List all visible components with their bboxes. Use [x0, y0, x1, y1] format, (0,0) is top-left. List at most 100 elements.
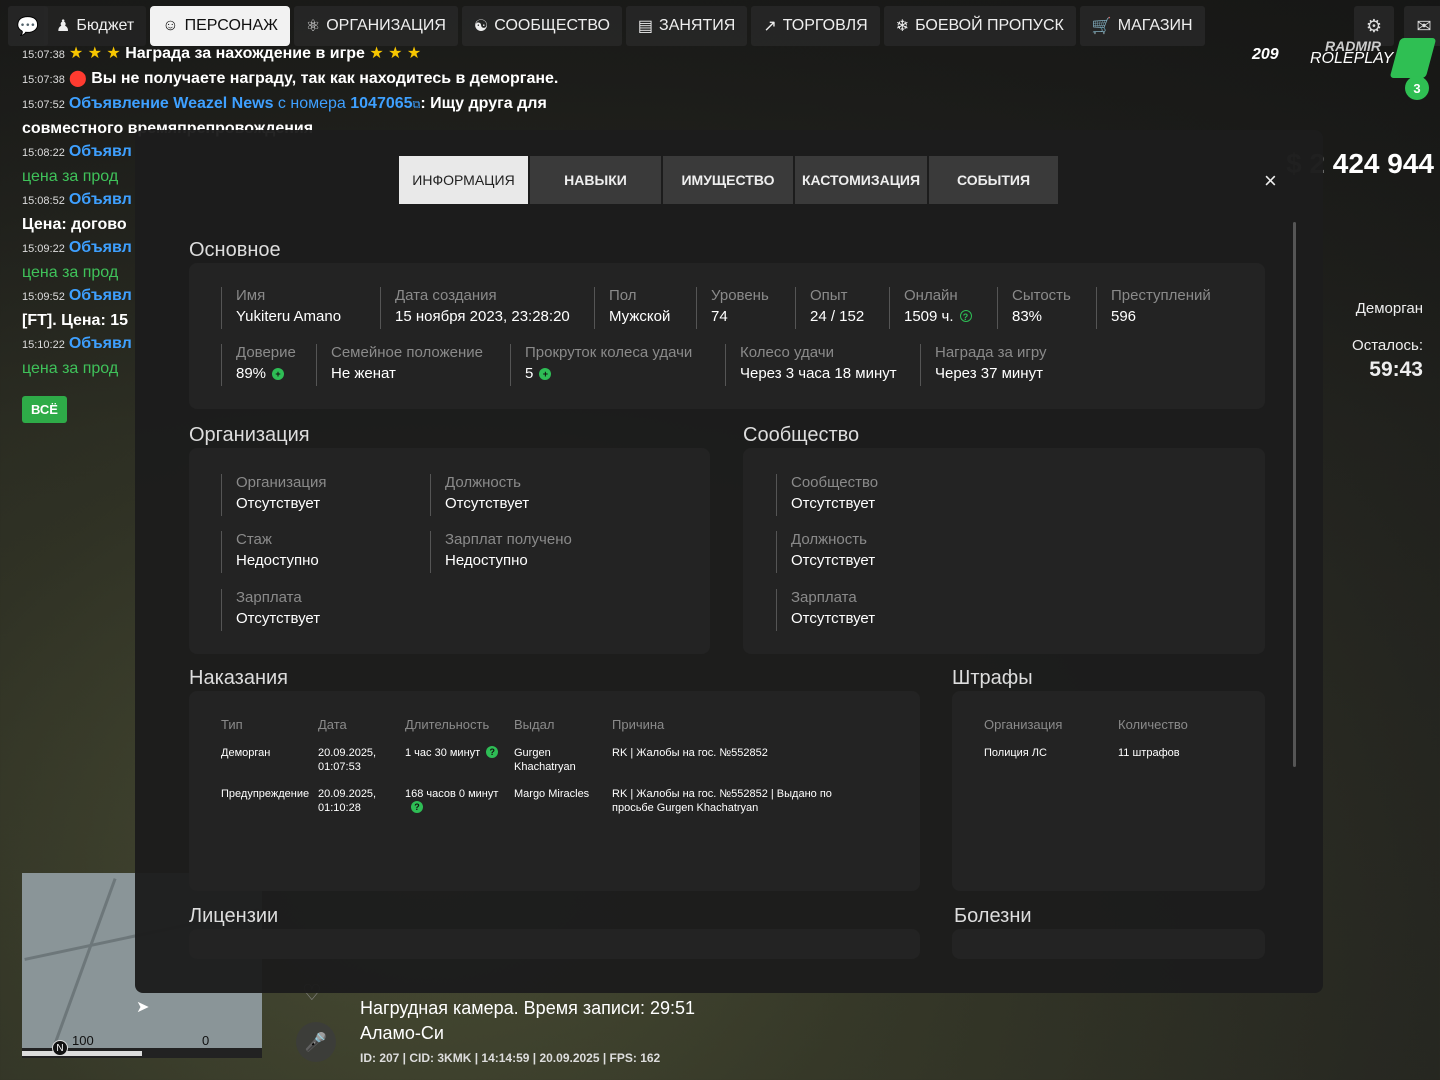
chat-icon[interactable]: 💬 [8, 6, 48, 46]
ad-label: Объявл [68, 287, 132, 304]
tab-property[interactable]: ИМУЩЕСТВО [663, 156, 793, 204]
field-created: Дата создания 15 ноября 2023, 23:28:20 [380, 287, 570, 329]
field-value: 15 ноября 2023, 23:28:20 [395, 308, 570, 325]
punishments-panel: Тип Дата Длительность Выдал Причина Демо… [189, 691, 920, 891]
user-icon: ☺ [162, 17, 179, 34]
field-label: Награда за игру [935, 344, 1047, 361]
tab-label: НАВЫКИ [564, 172, 627, 188]
field-value: Отсутствует [791, 610, 876, 627]
nav-community-label: СООБЩЕСТВО [494, 17, 610, 34]
table-cell: RK | Жалобы на гос. №552852 | Выдано по [612, 788, 832, 800]
ad-label: Объявл [68, 191, 132, 208]
field-label: Дата создания [395, 287, 497, 304]
help-icon[interactable]: ? [486, 746, 499, 758]
minimap-scale: 100 [72, 1033, 94, 1048]
minimap-scale: 0 [202, 1033, 210, 1048]
star-icon: ★ ★ ★ [68, 45, 126, 62]
field-family: Семейное положение Не женат [316, 344, 483, 386]
logo-brand: ROLEPLAY [1310, 50, 1394, 67]
nav-trade[interactable]: ↗ ТОРГОВЛЯ [751, 6, 880, 46]
scrollbar[interactable] [1293, 222, 1296, 767]
field-label: Сообщество [791, 474, 879, 491]
field-value: 74 [711, 308, 728, 325]
field-label: Зарплата [791, 589, 857, 606]
server-logo: 209 RADMIR ROLEPLAY 3 [1250, 38, 1437, 100]
nav-organization[interactable]: ⚛ ОРГАНИЗАЦИЯ [293, 6, 458, 46]
help-icon[interactable]: ? [411, 801, 423, 813]
table-cell: 168 часов 0 минут [405, 788, 499, 800]
nav-activities-label: ЗАНЯТИЯ [659, 17, 736, 34]
section-title-basic: Основное [189, 239, 281, 261]
field-label: Сытость [1012, 287, 1071, 304]
snowflake-icon: ❄ [895, 18, 910, 35]
field-org-paid: Зарплат получено Недоступно [430, 531, 572, 573]
close-button[interactable]: × [1264, 168, 1277, 194]
tab-label: СОБЫТИЯ [956, 172, 1031, 188]
field-wheel: Колесо удачи Через 3 часа 18 минут [725, 344, 897, 386]
section-title-licenses: Лицензии [189, 905, 279, 927]
chart-icon: ↗ [763, 18, 777, 35]
player-arrow-icon: ➤ [136, 999, 150, 1016]
field-org-tenure: Стаж Недоступно [221, 531, 319, 573]
table-cell: 20.09.2025, [318, 788, 377, 800]
field-online: Онлайн 1509 ч.? [889, 287, 972, 329]
timestamp: 15:08:52 [22, 195, 65, 207]
nav-shop-label: МАГАЗИН [1117, 17, 1193, 34]
field-community-position: Должность Отсутствует [776, 531, 875, 573]
section-title-org: Организация [189, 424, 310, 446]
help-icon[interactable]: ? [959, 310, 972, 322]
bottom-hud: Нагрудная камера. Время записи: 29:51 Ал… [360, 996, 695, 1071]
microphone-icon[interactable]: 🎤 [296, 1022, 336, 1062]
field-label: Должность [791, 531, 867, 548]
timestamp: 15:07:38 [22, 74, 65, 86]
north-icon: N [52, 1040, 68, 1056]
notebook-icon: ▤ [637, 18, 654, 35]
column-header: Длительность [405, 717, 490, 732]
tab-label: ИНФОРМАЦИЯ [412, 172, 515, 188]
nav-activities[interactable]: ▤ ЗАНЯТИЯ [625, 6, 748, 46]
timestamp: 15:10:22 [22, 339, 65, 351]
field-exp: Опыт 24 / 152 [795, 287, 864, 329]
field-label: Стаж [236, 531, 272, 548]
field-trust: Доверие 89% + [221, 344, 296, 386]
column-header: Дата [318, 717, 347, 732]
time-left-label: Осталось: [1352, 337, 1423, 354]
tab-customization[interactable]: КАСТОМИЗАЦИЯ [795, 156, 927, 204]
chat-line: 15:07:38 ★ ★ ★ Награда за нахождение в иг… [22, 42, 662, 67]
money-value: 424 944 [1332, 148, 1434, 179]
nav-shop[interactable]: 🛒 МАГАЗИН [1079, 6, 1205, 46]
tab-info[interactable]: ИНФОРМАЦИЯ [399, 156, 528, 204]
field-value: Отсутствует [236, 495, 321, 512]
timestamp: 15:07:52 [22, 99, 65, 111]
phone-number[interactable]: 1047065 [350, 95, 412, 112]
tab-events[interactable]: СОБЫТИЯ [929, 156, 1058, 204]
nav-character-label: ПЕРСОНАЖ [184, 17, 278, 34]
budget-button[interactable]: ♟ Бюджет [44, 6, 147, 46]
server-number: 209 [1252, 46, 1279, 63]
chat-text: Вы не получаете награду, так как находит… [91, 70, 559, 87]
field-value: Yukiteru Amano [236, 308, 342, 325]
tab-label: КАСТОМИЗАЦИЯ [801, 172, 921, 188]
field-label: Уровень [711, 287, 769, 304]
field-label: Семейное положение [331, 344, 483, 361]
chat-all-button[interactable]: ВСЁ [22, 396, 67, 423]
nav-character[interactable]: ☺ ПЕРСОНАЖ [150, 6, 290, 46]
plus-icon[interactable]: + [539, 368, 552, 380]
tab-skills[interactable]: НАВЫКИ [530, 156, 661, 204]
field-label: Должность [445, 474, 521, 491]
basic-panel: Имя Yukiteru Amano Дата создания 15 ноября… [189, 263, 1265, 409]
location-text: Аламо-Си [360, 1023, 444, 1043]
field-value: Через 3 часа 18 минут [740, 365, 897, 382]
timestamp: 15:09:22 [22, 243, 65, 255]
organization-icon: ⚛ [305, 18, 321, 35]
plus-icon[interactable]: + [272, 368, 285, 380]
nav-community[interactable]: ☯ СООБЩЕСТВО [461, 6, 622, 46]
column-header: Организация [984, 717, 1063, 732]
nav-battlepass[interactable]: ❄ БОЕВОЙ ПРОПУСК [883, 6, 1076, 46]
field-label: Преступлений [1111, 287, 1211, 304]
field-value: 596 [1111, 308, 1137, 325]
field-level: Уровень 74 [696, 287, 769, 329]
field-org-position: Должность Отсутствует [430, 474, 529, 516]
chat-line: 15:07:52 Объявление Weazel News с номера … [22, 92, 662, 117]
fines-panel: Организация Количество Полиция ЛС 11 штр… [952, 691, 1265, 891]
